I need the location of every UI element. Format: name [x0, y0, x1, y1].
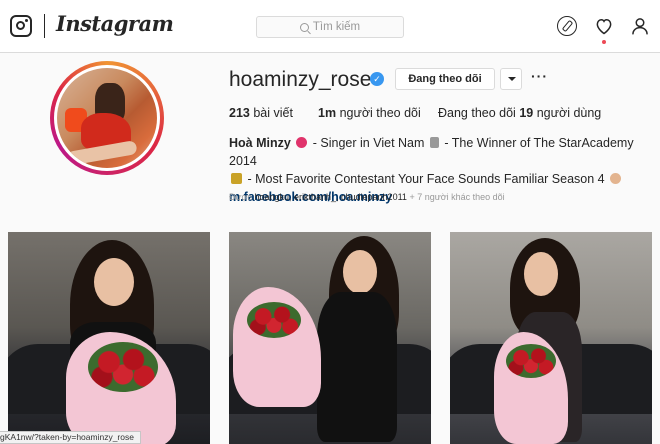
followed-by-text[interactable]: Được hoangku, erikthanh_, chudiepanh2011…: [229, 192, 505, 202]
notification-dot: [602, 40, 606, 44]
following-button[interactable]: Đang theo dõi: [395, 68, 495, 90]
post-thumbnail[interactable]: [229, 232, 431, 444]
trophy-emoji-icon: [231, 173, 242, 184]
chevron-down-icon[interactable]: [500, 68, 522, 90]
followers-count[interactable]: 1m người theo dõi: [318, 106, 421, 120]
profile-username: hoaminzy_rose: [229, 68, 372, 91]
avatar: [57, 68, 157, 168]
face-emoji-icon: [610, 173, 622, 184]
search-input[interactable]: Tìm kiếm: [256, 16, 404, 38]
following-count[interactable]: Đang theo dõi 19 người dùng: [438, 106, 601, 120]
person-icon[interactable]: [630, 16, 650, 36]
logo-divider: [44, 14, 45, 38]
instagram-logo-icon[interactable]: [10, 15, 32, 37]
search-icon: [299, 22, 309, 32]
microphone-emoji-icon: [429, 137, 439, 148]
bio-line-1: Hoà Minzy - Singer in Viet Nam - The Win…: [229, 136, 634, 168]
post-thumbnail[interactable]: [8, 232, 210, 444]
bio-line-2: - Most Favorite Contestant Your Face Sou…: [229, 170, 649, 188]
post-thumbnail[interactable]: [450, 232, 652, 444]
browser-status-url: gKA1nw/?taken-by=hoaminzy_rose: [0, 431, 141, 444]
flower-emoji-icon: [296, 137, 308, 148]
heart-icon[interactable]: [594, 16, 614, 36]
search-placeholder: Tìm kiếm: [312, 21, 361, 33]
verified-badge-icon: ✓: [370, 72, 384, 86]
more-options-button[interactable]: ···: [531, 68, 548, 84]
compass-icon[interactable]: [557, 16, 577, 36]
instagram-wordmark[interactable]: Instagram: [56, 11, 174, 36]
posts-count: 213 bài viết: [229, 106, 293, 120]
profile-avatar-ring[interactable]: [50, 61, 164, 175]
top-nav-bar: Instagram Tìm kiếm: [0, 0, 660, 53]
